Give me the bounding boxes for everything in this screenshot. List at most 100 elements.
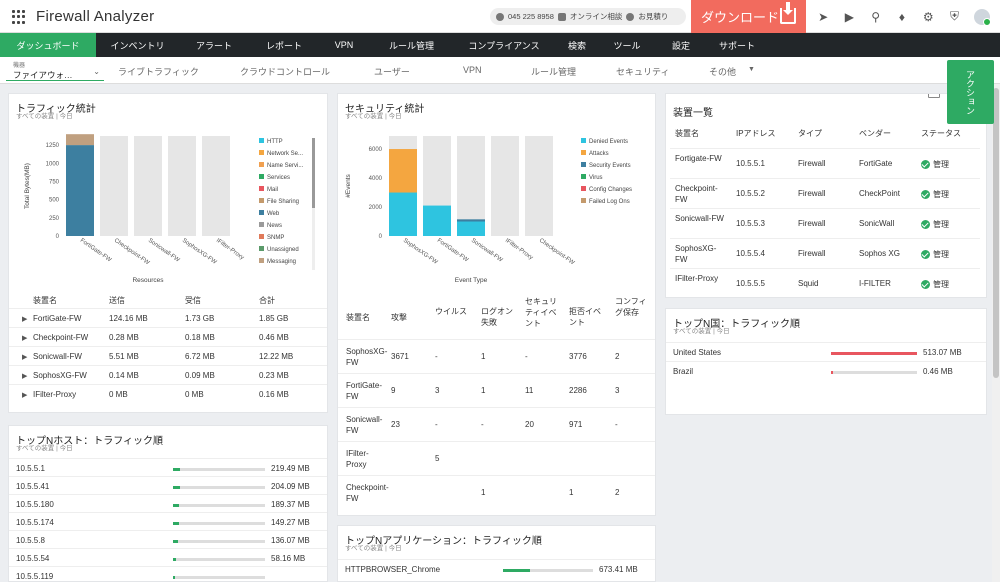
table-row[interactable]: ▶ Sonicwall-FW 5.51 MB 6.72 MB 12.22 MB bbox=[9, 346, 327, 365]
bar-segment[interactable] bbox=[423, 205, 451, 236]
table-cell: 0.16 MB bbox=[259, 390, 289, 399]
legend-label[interactable]: SNMP bbox=[267, 235, 284, 241]
nav-inventory[interactable]: インベントリ bbox=[96, 33, 179, 57]
legend-label[interactable]: Messaging bbox=[267, 259, 296, 265]
device-name-link[interactable]: IFilter-Proxy bbox=[675, 273, 727, 284]
bar-segment[interactable] bbox=[457, 219, 485, 222]
legend-label[interactable]: Network Se... bbox=[267, 151, 303, 157]
legend-label[interactable]: Security Events bbox=[589, 163, 631, 169]
expand-row-icon[interactable]: ▶ bbox=[22, 391, 27, 399]
subtab-users[interactable]: ユーザー bbox=[374, 65, 410, 78]
subtab-security[interactable]: セキュリティ bbox=[616, 65, 669, 78]
expand-row-icon[interactable]: ▶ bbox=[22, 372, 27, 380]
gear-icon[interactable]: ⚙ bbox=[921, 10, 935, 24]
col-header: コンフィグ保存 bbox=[615, 297, 647, 317]
list-item[interactable]: 10.5.5.119 bbox=[9, 566, 327, 581]
legend-label[interactable]: Web bbox=[267, 211, 280, 217]
device-name-link[interactable]: SophosXG-FW bbox=[675, 243, 727, 265]
nav-settings[interactable]: 設定 bbox=[654, 33, 708, 57]
shield-icon[interactable]: ⛨ bbox=[948, 9, 962, 24]
table-cell: 0.18 MB bbox=[185, 333, 215, 342]
table-row[interactable]: ▶ Checkpoint-FW 0.28 MB 0.18 MB 0.46 MB bbox=[9, 327, 327, 346]
list-item[interactable]: 10.5.5.54 58.16 MB bbox=[9, 548, 327, 566]
table-row[interactable]: Fortigate-FW 10.5.5.1 Firewall FortiGate 管理 bbox=[670, 148, 980, 178]
table-row[interactable]: Checkpoint-FW 10.5.5.2 Firewall CheckPoint 管… bbox=[670, 178, 980, 208]
table-row[interactable]: ▶ FortiGate-FW 124.16 MB 1.73 GB 1.85 GB bbox=[9, 308, 327, 327]
legend-label[interactable]: Denied Events bbox=[589, 139, 628, 145]
bar-segment[interactable] bbox=[389, 149, 417, 193]
online-consult-link[interactable]: オンライン相談 bbox=[570, 11, 623, 22]
list-item[interactable]: 10.5.5.8 136.07 MB bbox=[9, 530, 327, 548]
legend-label[interactable]: Attacks bbox=[589, 151, 609, 157]
col-header: 受信 bbox=[185, 296, 201, 305]
nav-dashboard[interactable]: ダッシュボード bbox=[0, 33, 96, 57]
legend-label[interactable]: File Sharing bbox=[267, 199, 299, 205]
table-row[interactable]: IFilter-Proxy 5 bbox=[338, 441, 655, 475]
list-item[interactable]: HTTPBROWSER_Chrome 673.41 MB bbox=[338, 559, 655, 577]
legend-label[interactable]: Unassigned bbox=[267, 247, 299, 253]
device-name-link[interactable]: Fortigate-FW bbox=[675, 153, 727, 164]
device-name-link[interactable]: Checkpoint-FW bbox=[675, 183, 727, 205]
subtab-vpn[interactable]: VPN bbox=[463, 65, 482, 75]
list-item[interactable]: 10.5.5.174 149.27 MB bbox=[9, 512, 327, 530]
page-scrollbar[interactable] bbox=[992, 84, 1000, 582]
nav-tools[interactable]: ツール bbox=[600, 33, 654, 57]
bar-segment[interactable] bbox=[457, 221, 485, 236]
list-item[interactable]: Brazil 0.46 MB bbox=[666, 361, 986, 380]
subtab-rule-management[interactable]: ルール管理 bbox=[531, 65, 576, 78]
legend-label[interactable]: HTTP bbox=[267, 139, 283, 145]
nav-support[interactable]: サポート bbox=[708, 33, 766, 57]
bar-segment[interactable] bbox=[389, 192, 417, 236]
table-row[interactable]: ▶ IFilter-Proxy 0 MB 0 MB 0.16 MB bbox=[9, 384, 327, 403]
table-row[interactable]: Sonicwall-FW 23 - - 20 971 - bbox=[338, 407, 655, 441]
legend-label[interactable]: Virus bbox=[589, 175, 603, 181]
expand-row-icon[interactable]: ▶ bbox=[22, 353, 27, 361]
scrollbar-thumb[interactable] bbox=[993, 88, 999, 378]
list-item[interactable]: United States 513.07 MB bbox=[666, 342, 986, 361]
subtab-cloud-control[interactable]: クラウドコントロール bbox=[240, 65, 330, 78]
device-name-link[interactable]: Sonicwall-FW bbox=[675, 213, 727, 224]
bar-segment[interactable] bbox=[66, 145, 94, 236]
app-launcher-icon[interactable] bbox=[12, 10, 26, 24]
nav-rule-management[interactable]: ルール管理 bbox=[369, 33, 454, 57]
legend-label[interactable]: Config Changes bbox=[589, 187, 632, 193]
search-icon[interactable]: ⚲ bbox=[869, 10, 883, 24]
legend-label[interactable]: Services bbox=[267, 175, 290, 181]
expand-row-icon[interactable]: ▶ bbox=[22, 334, 27, 342]
video-icon[interactable]: ▶ bbox=[842, 10, 856, 24]
download-button[interactable]: ダウンロード bbox=[691, 0, 806, 33]
table-row[interactable]: SophosXG-FW 3671 - 1 - 3776 2 bbox=[338, 339, 655, 373]
table-row[interactable]: SophosXG-FW 10.5.5.4 Firewall Sophos XG 管理 bbox=[670, 238, 980, 268]
list-item[interactable]: 10.5.5.1 219.49 MB bbox=[9, 458, 327, 476]
expand-row-icon[interactable]: ▶ bbox=[22, 315, 27, 323]
estimate-link[interactable]: お見積り bbox=[638, 11, 668, 22]
nav-alert[interactable]: アラート bbox=[179, 33, 249, 57]
more-caret-icon[interactable]: ▼ bbox=[748, 66, 755, 73]
device-select[interactable]: 機器 ファイアウォ… ⌄ bbox=[6, 59, 104, 81]
nav-search[interactable]: 検索 bbox=[554, 33, 600, 57]
legend-label[interactable]: Name Servi... bbox=[267, 163, 304, 169]
legend-label[interactable]: Mail bbox=[267, 187, 278, 193]
rocket-icon[interactable]: ➤ bbox=[816, 10, 830, 24]
legend-label[interactable]: Failed Log Ons bbox=[589, 199, 630, 205]
table-row[interactable]: IFilter-Proxy 10.5.5.5 Squid I-FILTER 管理 bbox=[670, 268, 980, 297]
table-row[interactable]: Checkpoint-FW 1 1 2 bbox=[338, 475, 655, 509]
nav-compliance[interactable]: コンプライアンス bbox=[454, 33, 554, 57]
list-item[interactable]: 10.5.5.41 204.09 MB bbox=[9, 476, 327, 494]
legend-scroll-thumb[interactable] bbox=[312, 138, 315, 208]
nav-vpn[interactable]: VPN bbox=[319, 33, 369, 57]
avatar[interactable] bbox=[973, 8, 991, 26]
nav-report[interactable]: レポート bbox=[249, 33, 319, 57]
action-button[interactable]: アクション bbox=[947, 60, 994, 124]
bar-segment[interactable] bbox=[66, 134, 94, 146]
table-row[interactable]: Sonicwall-FW 10.5.5.3 Firewall SonicWall 管理 bbox=[670, 208, 980, 238]
list-item[interactable]: 10.5.5.180 189.37 MB bbox=[9, 494, 327, 512]
bell-icon[interactable]: ♦ bbox=[895, 10, 909, 24]
table-cell: Checkpoint-FW bbox=[33, 333, 89, 342]
table-row[interactable]: FortiGate-FW 9 3 1 11 2286 3 bbox=[338, 373, 655, 407]
legend-label[interactable]: News bbox=[267, 223, 282, 229]
subtab-live-traffic[interactable]: ライブトラフィック bbox=[118, 65, 199, 78]
table-row[interactable]: ▶ SophosXG-FW 0.14 MB 0.09 MB 0.23 MB bbox=[9, 365, 327, 384]
subtab-more[interactable]: その他 bbox=[709, 65, 736, 78]
expand-icon[interactable] bbox=[928, 94, 940, 98]
